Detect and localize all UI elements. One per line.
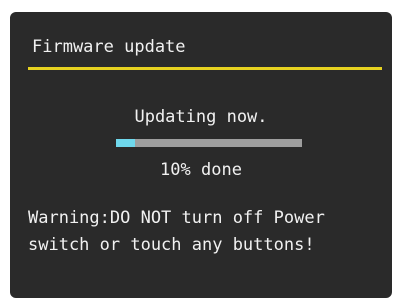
warning-message: Warning:DO NOT turn off Power switch or … (28, 205, 388, 259)
firmware-update-screen: Firmware update Updating now. 10% done W… (10, 12, 392, 298)
progress-percent-label: 10% done (160, 160, 242, 180)
title-underline (28, 67, 382, 70)
update-status-text: Updating now. (134, 107, 268, 127)
progress-bar-fill (116, 139, 135, 147)
warning-line-2: switch or touch any buttons! (28, 235, 315, 255)
progress-bar (116, 139, 302, 147)
warning-line-1: Warning:DO NOT turn off Power (28, 208, 325, 228)
screen-title: Firmware update (32, 37, 186, 57)
